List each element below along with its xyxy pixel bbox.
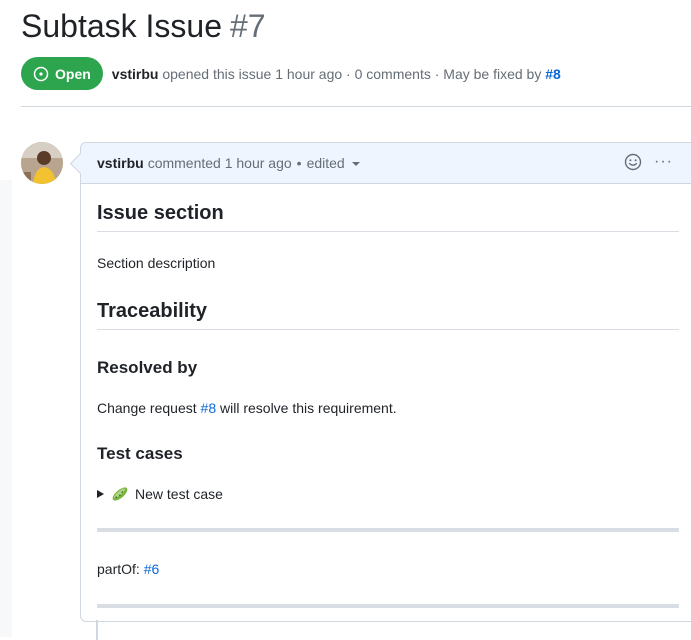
- part-of-label: partOf:: [97, 561, 140, 577]
- part-of-text: partOf: #6: [97, 561, 159, 577]
- change-request-link[interactable]: #8: [201, 400, 217, 416]
- state-badge: Open: [21, 57, 103, 90]
- left-gutter: [0, 180, 12, 637]
- comment-timestamp[interactable]: commented 1 hour ago: [148, 155, 292, 171]
- avatar-image: [21, 142, 63, 184]
- resolved-by-text: Change request #8 will resolve this requ…: [97, 400, 397, 416]
- chevron-down-icon: [351, 162, 360, 167]
- issue-author-link[interactable]: vstirbu: [112, 66, 159, 82]
- comment-header: vstirbu commented 1 hour ago • edited ··…: [81, 143, 691, 184]
- issue-meta: vstirbu opened this issue 1 hour ago · 0…: [112, 66, 561, 82]
- comment-box: vstirbu commented 1 hour ago • edited ··…: [80, 142, 691, 622]
- edited-dropdown[interactable]: edited: [307, 155, 360, 171]
- test-case-details[interactable]: New test case: [97, 485, 223, 503]
- test-case-summary: New test case: [135, 486, 223, 502]
- heading-resolved-by: Resolved by: [97, 358, 198, 377]
- heading-issue-section: Issue section: [97, 202, 679, 232]
- part-of-link[interactable]: #6: [144, 561, 160, 577]
- heading-test-cases: Test cases: [97, 444, 183, 463]
- edited-label: edited: [306, 155, 345, 171]
- header-divider: [21, 106, 691, 107]
- heading-traceability: Traceability: [97, 300, 679, 330]
- state-label: Open: [55, 65, 91, 82]
- issue-meta-row: Open vstirbu opened this issue 1 hour ag…: [21, 57, 561, 90]
- horizontal-rule-bottom: [97, 604, 679, 608]
- horizontal-rule: [97, 528, 679, 532]
- smiley-icon[interactable]: [624, 153, 642, 171]
- resolved-prefix: Change request: [97, 400, 197, 416]
- fixed-by-link[interactable]: #8: [545, 66, 561, 82]
- comment-author-link[interactable]: vstirbu: [97, 155, 144, 171]
- cucumber-icon: [112, 487, 128, 501]
- triangle-right-icon: [97, 490, 104, 498]
- avatar[interactable]: [21, 142, 63, 184]
- resolved-suffix: will resolve this requirement.: [220, 400, 397, 416]
- issue-meta-text: opened this issue 1 hour ago · 0 comment…: [162, 65, 542, 82]
- comment-meta-separator: •: [296, 155, 302, 171]
- issue-title-row: Subtask Issue #7: [21, 8, 266, 45]
- comment-actions: ···: [624, 153, 673, 171]
- issue-title: Subtask Issue: [21, 8, 222, 44]
- issue-number: #7: [230, 8, 266, 44]
- section-description: Section description: [97, 255, 216, 271]
- issue-opened-icon: [33, 66, 49, 81]
- kebab-horizontal-icon[interactable]: ···: [654, 153, 673, 171]
- timeline-line: [96, 620, 98, 640]
